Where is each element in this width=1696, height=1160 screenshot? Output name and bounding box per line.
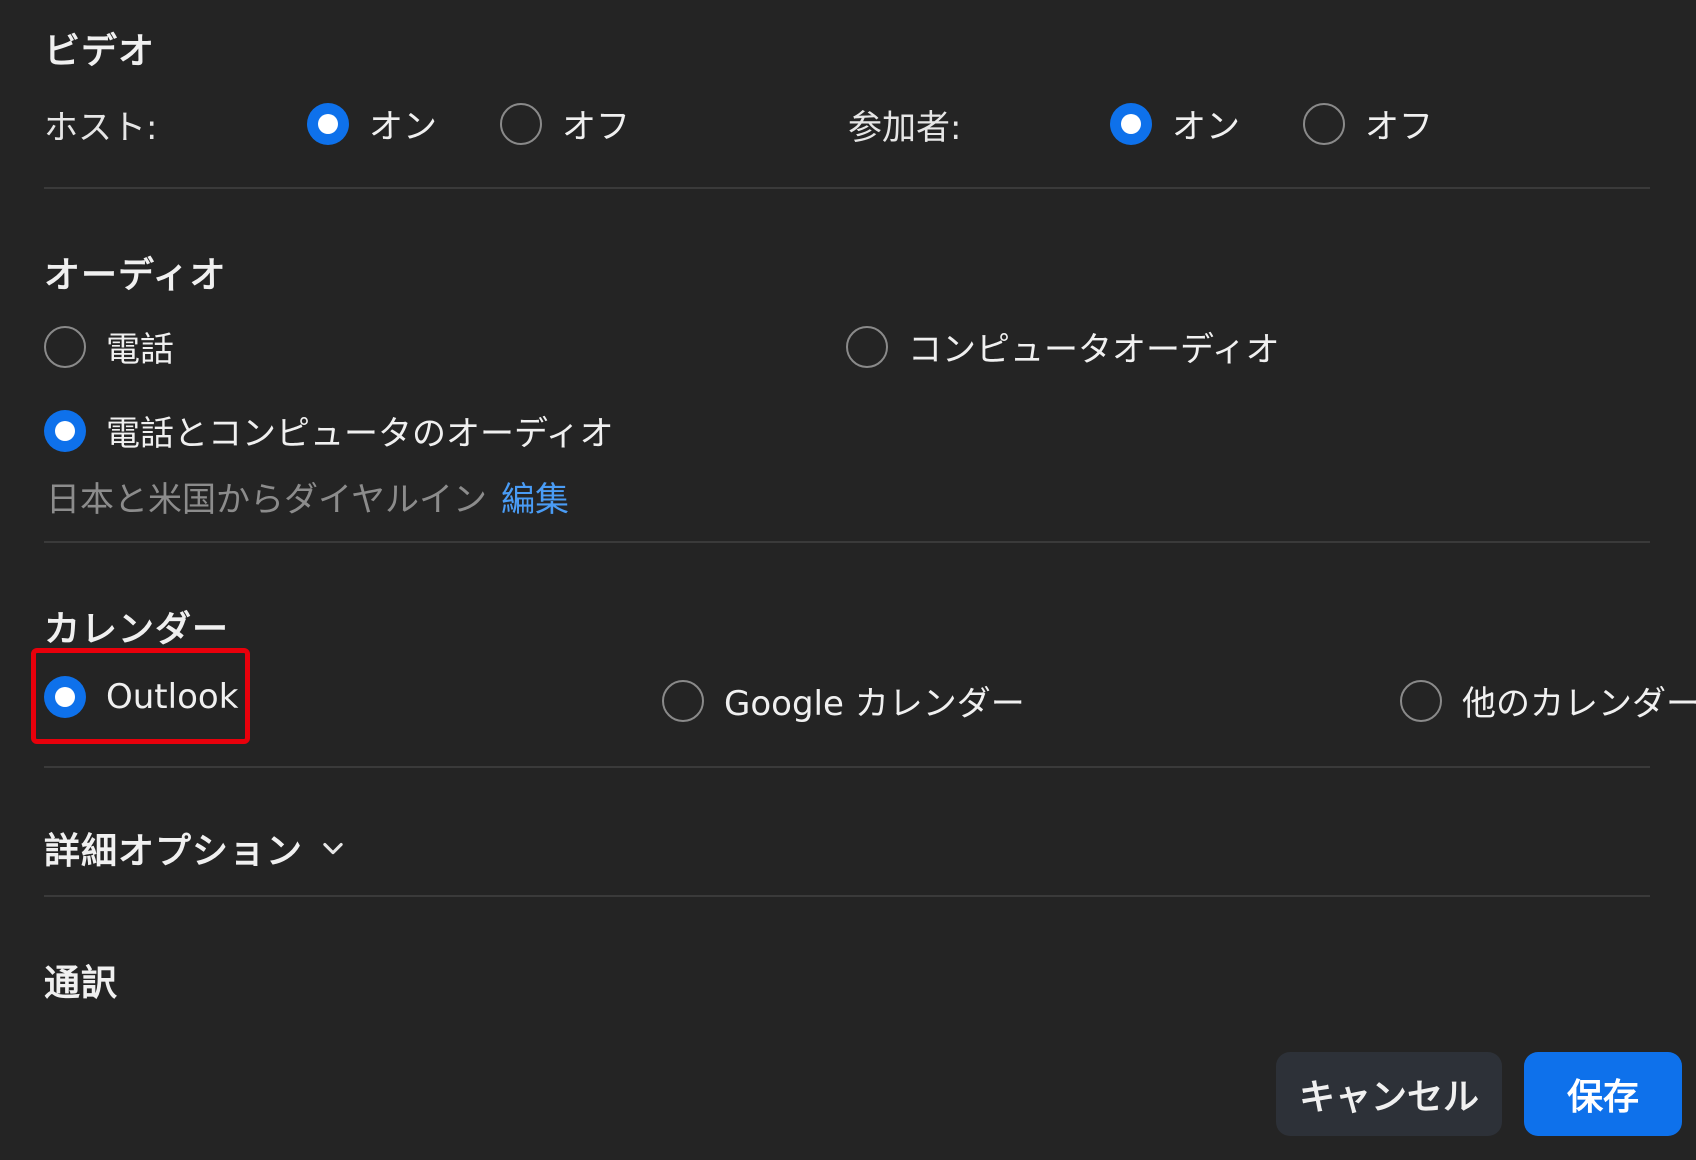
- dial-in-text: 日本と米国からダイヤルイン: [46, 480, 487, 520]
- participant-label: 参加者:: [848, 108, 962, 148]
- divider: [44, 895, 1650, 897]
- calendar-section-title: カレンダー: [44, 609, 230, 650]
- radio-checked-icon: [44, 409, 86, 452]
- participant-video-off-radio[interactable]: オフ: [1303, 99, 1433, 148]
- radio-unchecked-icon: [1400, 679, 1442, 722]
- highlight-box: [31, 648, 250, 744]
- edit-dial-in-link[interactable]: 編集: [501, 480, 569, 520]
- video-section-title: ビデオ: [44, 31, 156, 72]
- radio-label: コンピュータオーディオ: [908, 330, 1280, 370]
- host-video-on-radio[interactable]: オン: [307, 99, 437, 148]
- cancel-button[interactable]: キャンセル: [1276, 1052, 1502, 1136]
- radio-label: 電話とコンピュータのオーディオ: [106, 414, 614, 454]
- chevron-down-icon: [323, 842, 343, 855]
- divider: [44, 187, 1650, 189]
- host-video-off-radio[interactable]: オフ: [500, 99, 630, 148]
- audio-section-title: オーディオ: [44, 255, 227, 296]
- radio-label: Google カレンダー: [724, 684, 1025, 724]
- radio-unchecked-icon: [500, 102, 542, 145]
- dial-in-info: 日本と米国からダイヤルイン 編集: [46, 472, 569, 521]
- save-button[interactable]: 保存: [1524, 1052, 1682, 1136]
- interpretation-section-title: 通訳: [44, 963, 119, 1004]
- radio-label: 電話: [106, 330, 174, 370]
- radio-label: オン: [369, 107, 437, 147]
- radio-unchecked-icon: [1303, 102, 1345, 145]
- radio-label: 他のカレンダー: [1462, 684, 1696, 724]
- advanced-options-toggle[interactable]: 詳細オプション: [44, 822, 347, 874]
- audio-phone-radio[interactable]: 電話: [44, 322, 174, 371]
- audio-computer-radio[interactable]: コンピュータオーディオ: [846, 322, 1280, 371]
- audio-both-radio[interactable]: 電話とコンピュータのオーディオ: [44, 406, 614, 455]
- radio-checked-icon: [307, 102, 349, 145]
- radio-unchecked-icon: [44, 325, 86, 368]
- radio-label: オフ: [1365, 107, 1433, 147]
- radio-unchecked-icon: [846, 325, 888, 368]
- participant-video-on-radio[interactable]: オン: [1110, 99, 1240, 148]
- host-label: ホスト:: [44, 108, 158, 148]
- radio-checked-icon: [1110, 102, 1152, 145]
- radio-label: オフ: [562, 107, 630, 147]
- radio-label: オン: [1172, 107, 1240, 147]
- divider: [44, 766, 1650, 768]
- divider: [44, 541, 1650, 543]
- calendar-other-radio[interactable]: 他のカレンダー: [1400, 676, 1696, 725]
- advanced-options-title: 詳細オプション: [44, 831, 304, 872]
- radio-unchecked-icon: [662, 679, 704, 722]
- meeting-settings-panel: ビデオ ホスト: オン オフ 参加者: オン オフ オーディオ 電話 コンピュー…: [0, 0, 1696, 1160]
- calendar-google-radio[interactable]: Google カレンダー: [662, 676, 1025, 725]
